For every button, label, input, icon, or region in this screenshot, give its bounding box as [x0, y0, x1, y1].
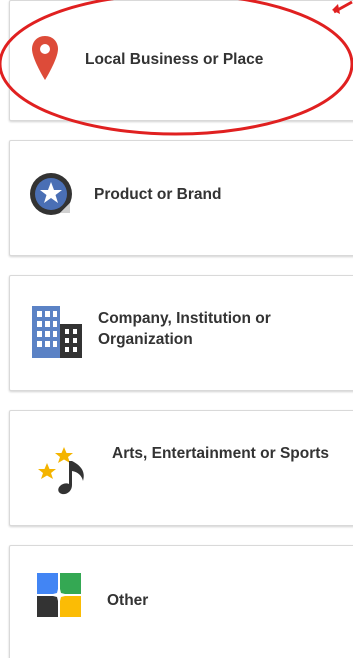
star-badge-icon — [30, 173, 72, 215]
page-type-picker: Local Business or Place Product or Brand — [0, 0, 353, 658]
music-note-stars-icon — [38, 447, 84, 495]
category-label: Other — [107, 592, 149, 609]
category-label: Company, Institution or Organization — [98, 310, 271, 348]
category-label: Arts, Entertainment or Sports — [112, 445, 330, 462]
category-label: Local Business or Place — [85, 51, 264, 68]
category-company-organization[interactable]: Company, Institution or Organization — [9, 275, 353, 391]
category-label: Product or Brand — [94, 186, 222, 203]
category-local-business[interactable]: Local Business or Place — [9, 0, 353, 121]
buildings-icon — [32, 306, 82, 358]
category-other[interactable]: Other — [9, 545, 353, 658]
category-arts-entertainment[interactable]: Arts, Entertainment or Sports — [9, 410, 353, 526]
category-product-brand[interactable]: Product or Brand — [9, 140, 353, 256]
map-pin-icon — [32, 36, 58, 80]
color-tiles-icon — [37, 573, 81, 617]
